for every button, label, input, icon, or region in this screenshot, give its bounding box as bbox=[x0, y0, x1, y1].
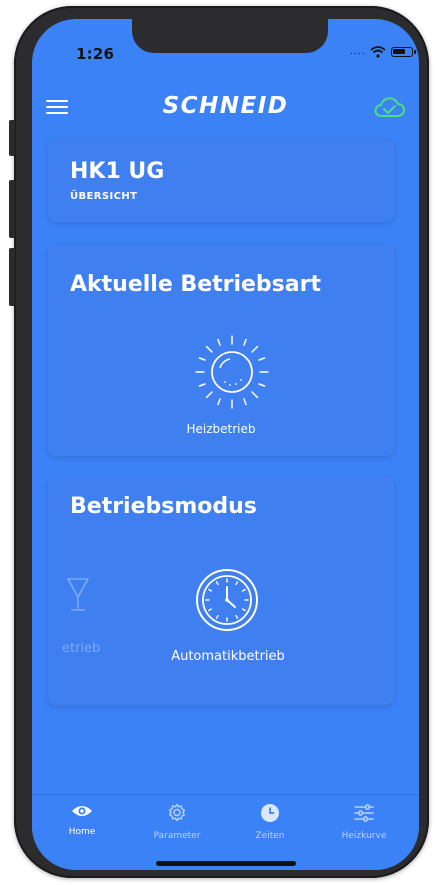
status-time: 1:26 bbox=[76, 45, 115, 63]
sliders-icon bbox=[354, 804, 374, 822]
previous-mode-label[interactable]: etrieb bbox=[62, 641, 100, 656]
overview-card[interactable]: HK1 UG ÜBERSICHT bbox=[48, 139, 394, 222]
eye-icon bbox=[72, 806, 92, 816]
battery-icon bbox=[391, 47, 417, 57]
app-screen: 1:26 .... SCHNEID HK1 UG ÜBERSICHT Aktue… bbox=[32, 19, 419, 870]
overview-subtitle: ÜBERSICHT bbox=[70, 191, 138, 202]
gear-icon bbox=[169, 803, 185, 822]
tab-zeiten-label: Zeiten bbox=[255, 831, 285, 841]
sun-icon bbox=[195, 335, 269, 409]
tab-home-label: Home bbox=[68, 827, 96, 837]
current-operating-mode-card: Aktuelle Betriebsart Heizbetrieb bbox=[48, 244, 394, 456]
tab-home[interactable]: Home bbox=[42, 803, 122, 837]
home-indicator[interactable] bbox=[156, 861, 296, 866]
heating-mode-label: Heizbetrieb bbox=[186, 422, 256, 436]
clock-icon[interactable] bbox=[192, 565, 262, 635]
automatic-mode-label[interactable]: Automatikbetrieb bbox=[128, 649, 328, 664]
glass-icon[interactable] bbox=[66, 577, 90, 613]
tab-heizkurve-label: Heizkurve bbox=[341, 831, 387, 841]
wifi-icon bbox=[370, 46, 387, 58]
tab-bar: Home Parameter Zeiten Heizkurve bbox=[32, 794, 419, 870]
operation-mode-card: Betriebsmodus etrieb Automatikbetrieb bbox=[48, 477, 394, 705]
tab-parameter-label: Parameter bbox=[153, 831, 201, 841]
app-header: SCHNEID bbox=[32, 79, 419, 129]
notch bbox=[132, 19, 328, 53]
mute-switch bbox=[9, 120, 15, 156]
operating-mode-title: Aktuelle Betriebsart bbox=[70, 272, 321, 297]
tab-parameter[interactable]: Parameter bbox=[137, 803, 217, 841]
signal-icon: .... bbox=[350, 47, 366, 57]
volume-down-button bbox=[9, 248, 15, 306]
clock-small-icon bbox=[261, 804, 279, 822]
circuit-title: HK1 UG bbox=[70, 159, 165, 184]
status-indicators: .... bbox=[350, 45, 417, 59]
tab-zeiten[interactable]: Zeiten bbox=[230, 803, 310, 841]
operation-mode-title: Betriebsmodus bbox=[70, 494, 257, 519]
brand-logo: SCHNEID bbox=[162, 93, 289, 119]
volume-up-button bbox=[9, 180, 15, 238]
tab-heizkurve[interactable]: Heizkurve bbox=[324, 803, 404, 841]
cloud-check-icon[interactable] bbox=[372, 96, 406, 118]
